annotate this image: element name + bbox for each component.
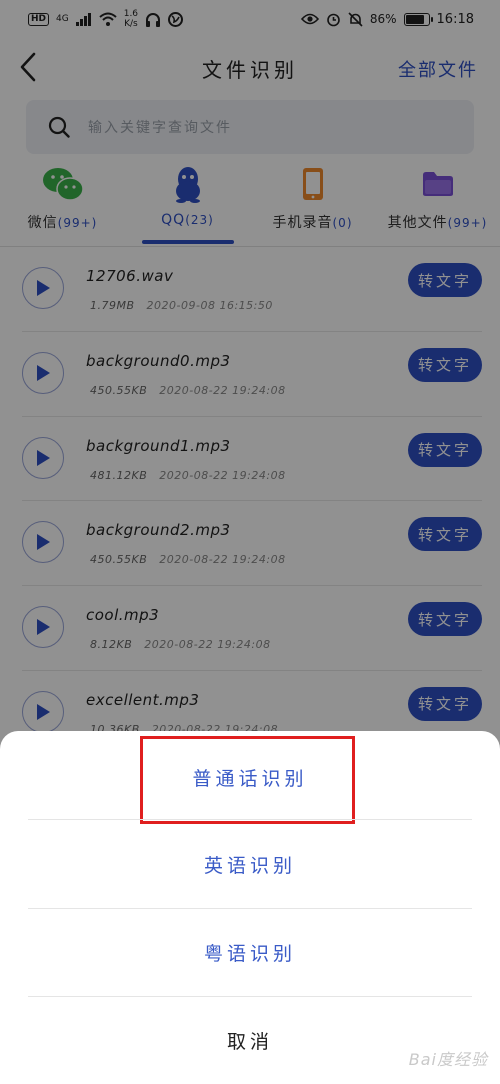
cancel-button[interactable]: 取消 bbox=[0, 996, 500, 1084]
recognition-options-sheet: 普通话识别 英语识别 粤语识别 取消 Bai度经验 bbox=[0, 731, 500, 1084]
option-cantonese-recognition[interactable]: 粤语识别 bbox=[0, 908, 500, 996]
option-english-recognition[interactable]: 英语识别 bbox=[0, 820, 500, 908]
highlight-annotation bbox=[140, 736, 355, 824]
watermark: Bai度经验 bbox=[408, 1050, 488, 1069]
